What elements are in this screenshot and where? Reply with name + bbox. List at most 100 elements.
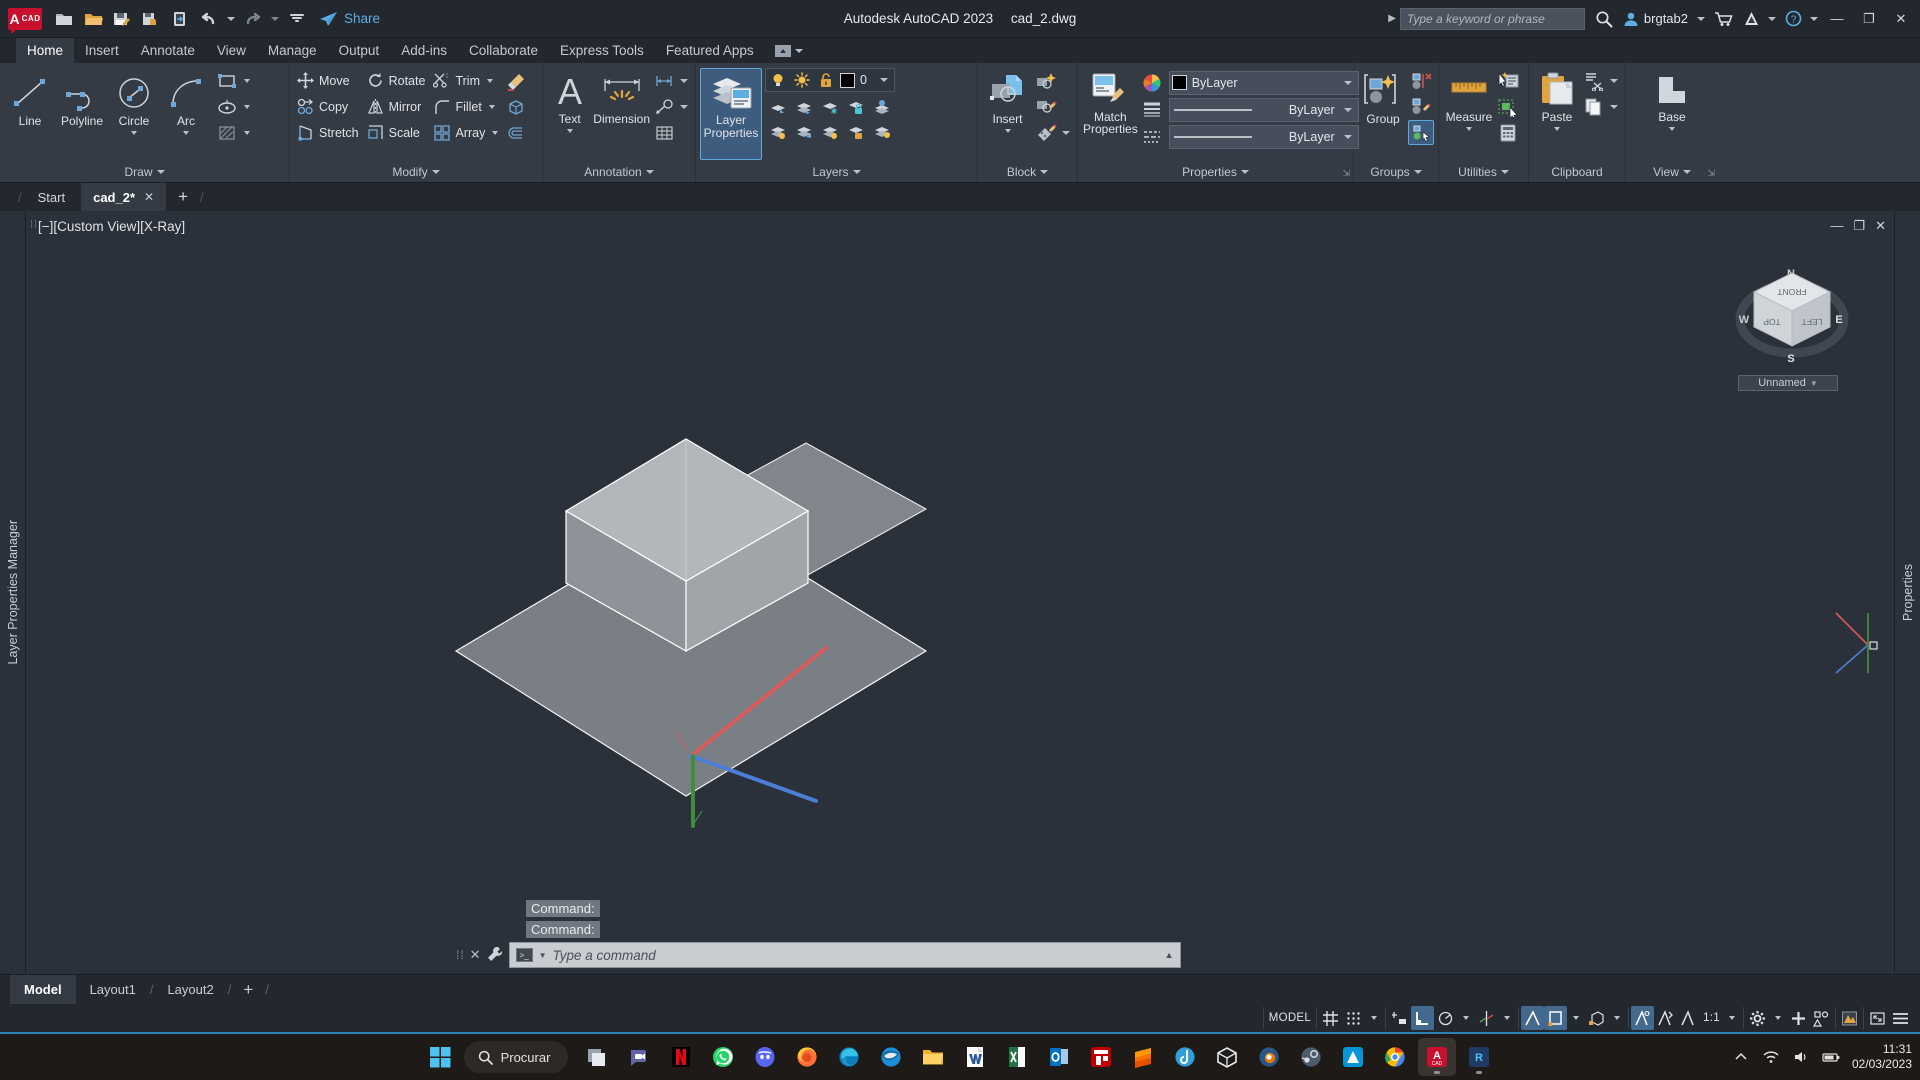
- volume-icon[interactable]: [1792, 1048, 1810, 1066]
- file-explorer-icon[interactable]: [914, 1038, 952, 1076]
- autodesk-logo-icon[interactable]: A CAD: [8, 7, 42, 34]
- view-cube[interactable]: N S E W FRONT TOP LEFT Unnamed ▼: [1732, 261, 1852, 391]
- hardware-acceleration-button[interactable]: [1838, 1006, 1861, 1030]
- circle-dropdown-icon[interactable]: [131, 131, 137, 135]
- view-name-selector[interactable]: Unnamed ▼: [1738, 375, 1838, 391]
- layer-properties-manager-palette[interactable]: Layer Properties Manager: [0, 211, 26, 974]
- ribbon-minimize-icon[interactable]: [774, 44, 791, 57]
- edge-icon[interactable]: [830, 1038, 868, 1076]
- snap-mode-button[interactable]: [1342, 1006, 1365, 1030]
- trim-dropdown-icon[interactable]: [486, 78, 493, 83]
- viewport-label[interactable]: [−][Custom View][X-Ray]: [38, 219, 185, 234]
- panel-layers-expand-icon[interactable]: [852, 170, 861, 174]
- layer-lock-unlock-icon[interactable]: [814, 69, 838, 91]
- layer-merge-icon[interactable]: [869, 119, 895, 144]
- user-account[interactable]: brgtab2: [1623, 11, 1688, 27]
- rectangle-button[interactable]: [214, 68, 240, 93]
- taskbar-search[interactable]: Procurar: [463, 1041, 569, 1073]
- arc-dropdown-icon[interactable]: [183, 131, 189, 135]
- copy-button[interactable]: Copy: [294, 94, 364, 119]
- rectangle-dropdown-icon[interactable]: [240, 68, 254, 93]
- revit-icon[interactable]: R: [1460, 1038, 1498, 1076]
- sketchup-icon[interactable]: [1208, 1038, 1246, 1076]
- ribbon-minimize-dropdown-icon[interactable]: [794, 48, 803, 53]
- battery-icon[interactable]: [1822, 1048, 1840, 1066]
- user-dropdown-icon[interactable]: [1694, 6, 1708, 32]
- base-button[interactable]: Base: [1646, 68, 1698, 160]
- layer-off-icon[interactable]: [765, 119, 791, 144]
- panel-title-draw[interactable]: Draw: [0, 162, 289, 182]
- layer-properties-button[interactable]: Layer Properties: [700, 68, 762, 160]
- annotation-scale-icon[interactable]: [1677, 1006, 1700, 1030]
- qbittorrent-icon[interactable]: [1166, 1038, 1204, 1076]
- filezilla-icon[interactable]: [1082, 1038, 1120, 1076]
- ellipse-button[interactable]: [214, 94, 240, 119]
- wifi-icon[interactable]: [1762, 1048, 1780, 1066]
- select-similar-button[interactable]: [1495, 94, 1521, 119]
- layer-unlock-icon[interactable]: [843, 119, 869, 144]
- ellipse-dropdown-icon[interactable]: [240, 94, 254, 119]
- layout-tab-layout2[interactable]: Layout2: [153, 975, 227, 1004]
- linetype-combo[interactable]: ByLayer: [1168, 124, 1359, 149]
- layer-color-swatch[interactable]: [840, 72, 855, 88]
- panel-title-annotation[interactable]: Annotation: [543, 162, 695, 182]
- window-restore-button[interactable]: ❐: [1854, 4, 1884, 34]
- line-button[interactable]: Line: [4, 68, 56, 131]
- color-wheel-icon[interactable]: [1139, 70, 1165, 95]
- layer-isolate-icon[interactable]: [765, 94, 791, 119]
- viewport-minimize-button[interactable]: —: [1830, 218, 1843, 234]
- undo-dropdown-icon[interactable]: [225, 6, 237, 32]
- properties-palette[interactable]: Properties: [1894, 211, 1920, 974]
- command-customize-icon[interactable]: [486, 945, 504, 966]
- layer-combo[interactable]: 0: [838, 68, 894, 92]
- command-input[interactable]: >_ ▼ Type a command ▲: [508, 942, 1181, 968]
- window-minimize-button[interactable]: —: [1822, 4, 1852, 34]
- chrome-icon[interactable]: [1376, 1038, 1414, 1076]
- cut-button[interactable]: [1581, 68, 1607, 93]
- word-icon[interactable]: [956, 1038, 994, 1076]
- scale-button[interactable]: Scale: [364, 120, 431, 145]
- undo-icon[interactable]: [196, 6, 222, 32]
- array-button[interactable]: Array: [430, 120, 503, 145]
- autoscale-button[interactable]: [1654, 1006, 1677, 1030]
- layer-freeze-thaw-icon[interactable]: [790, 69, 814, 91]
- panel-title-layers[interactable]: Layers: [696, 162, 977, 182]
- set-attributes-button[interactable]: [1033, 120, 1059, 145]
- outlook-icon[interactable]: [1040, 1038, 1078, 1076]
- steam-icon[interactable]: [1292, 1038, 1330, 1076]
- group-button[interactable]: Group: [1358, 68, 1408, 160]
- save-as-icon[interactable]: [138, 6, 164, 32]
- tab-collaborate[interactable]: Collaborate: [458, 38, 549, 63]
- workspace-switching-button[interactable]: [1746, 1006, 1769, 1030]
- panel-title-utilities[interactable]: Utilities: [1439, 162, 1528, 182]
- panel-annotation-expand-icon[interactable]: [645, 170, 654, 174]
- search-icon[interactable]: [1591, 6, 1617, 32]
- teams-icon[interactable]: [620, 1038, 658, 1076]
- task-view-icon[interactable]: [578, 1038, 616, 1076]
- lineweight-combo[interactable]: ByLayer: [1168, 97, 1359, 122]
- clean-screen-button[interactable]: [1866, 1006, 1889, 1030]
- paste-button[interactable]: Paste: [1533, 68, 1581, 160]
- insert-dropdown-icon[interactable]: [1004, 129, 1011, 133]
- panel-title-modify[interactable]: Modify: [290, 162, 542, 182]
- rotate-button[interactable]: Rotate: [364, 68, 431, 93]
- layout-tab-layout1[interactable]: Layout1: [76, 975, 150, 1004]
- file-tab-close-icon[interactable]: ✕: [144, 190, 154, 204]
- object-snap-tracking-button[interactable]: [1521, 1006, 1545, 1030]
- panel-block-expand-icon[interactable]: [1040, 170, 1049, 174]
- panel-modify-expand-icon[interactable]: [431, 170, 440, 174]
- panel-view-expand-icon[interactable]: [1682, 170, 1691, 174]
- edit-block-button[interactable]: [1033, 94, 1059, 119]
- text-dropdown-icon[interactable]: [566, 129, 573, 133]
- match-properties-button[interactable]: Match Properties: [1082, 68, 1139, 160]
- panel-draw-expand-icon[interactable]: [156, 170, 165, 174]
- layer-unisolate-icon[interactable]: [791, 94, 817, 119]
- save-icon[interactable]: [109, 6, 135, 32]
- annotation-scale-dropdown-icon[interactable]: [1723, 1006, 1741, 1030]
- panel-title-block[interactable]: Block: [978, 162, 1077, 182]
- layer-on-off-icon[interactable]: [766, 69, 790, 91]
- layout-tab-model[interactable]: Model: [10, 975, 76, 1004]
- discord-icon[interactable]: [746, 1038, 784, 1076]
- layer-lock-icon[interactable]: [843, 94, 869, 119]
- view-dialog-launcher-icon[interactable]: ⇲: [1707, 168, 1715, 179]
